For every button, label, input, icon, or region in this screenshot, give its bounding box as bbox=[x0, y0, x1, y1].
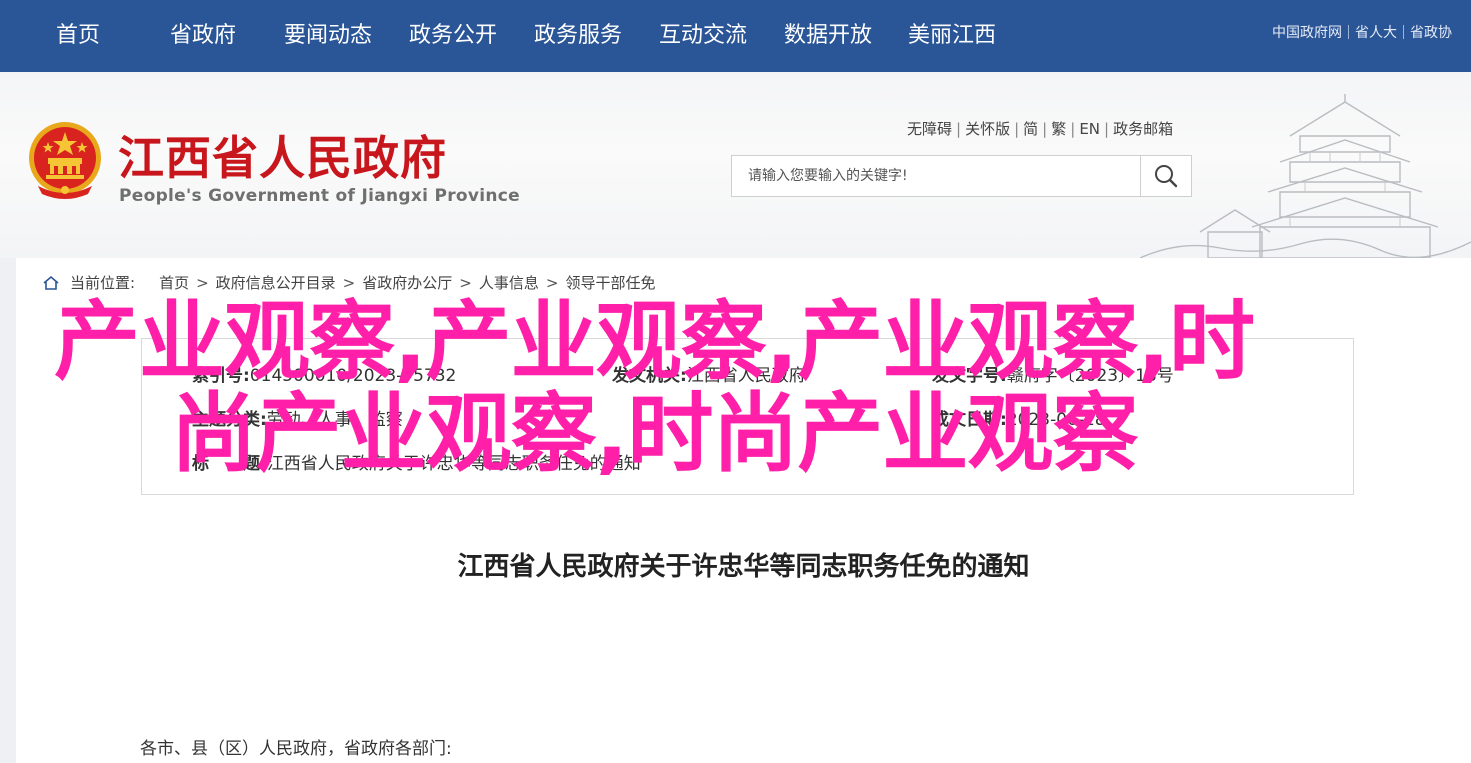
external-links: 中国政府网 省人大 省政协 bbox=[1272, 22, 1452, 44]
meta-docno-label: 发文字号: bbox=[932, 366, 1007, 386]
search-input[interactable] bbox=[732, 156, 1142, 196]
nav-item-beautiful-jiangxi[interactable]: 美丽江西 bbox=[908, 0, 996, 72]
national-emblem-icon bbox=[29, 122, 101, 199]
divider: | bbox=[1042, 120, 1048, 138]
search-box bbox=[731, 155, 1192, 197]
meta-date-value: 2023-06-28 bbox=[1006, 410, 1106, 430]
meta-topic-value: 劳动、人事、监察 bbox=[266, 410, 403, 430]
divider bbox=[1348, 25, 1349, 39]
nav-item-government-affairs-disclosure[interactable]: 政务公开 bbox=[409, 0, 497, 72]
site-header: 江西省人民政府 People's Government of Jiangxi P… bbox=[0, 72, 1471, 258]
link-accessibility[interactable]: 无障碍 bbox=[907, 120, 952, 138]
breadcrumb-separator: > bbox=[196, 274, 209, 292]
breadcrumb: 当前位置: 首页 > 政府信息公开目录 > 省政府办公厅 > 人事信息 > 领导干部任免 bbox=[42, 272, 655, 294]
link-china-government[interactable]: 中国政府网 bbox=[1272, 25, 1342, 41]
meta-topic: 主题分类:劳动、人事、监察 bbox=[192, 405, 403, 430]
link-traditional-chinese[interactable]: 繁 bbox=[1051, 120, 1066, 138]
home-icon bbox=[43, 275, 59, 290]
meta-index: 索引号:014500010/2023-75732 bbox=[192, 361, 456, 386]
pagoda-illustration bbox=[1140, 94, 1471, 258]
divider: | bbox=[1014, 120, 1020, 138]
divider: | bbox=[956, 120, 962, 138]
link-provincial-congress[interactable]: 省人大 bbox=[1355, 25, 1397, 41]
utility-links: 无障碍 | 关怀版 | 简 | 繁 | EN | 政务邮箱 bbox=[907, 118, 1173, 139]
meta-docno: 发文字号:赣府字〔2023〕18号 bbox=[932, 361, 1174, 386]
site-subtitle: People's Government of Jiangxi Province bbox=[119, 186, 520, 206]
nav-item-home[interactable]: 首页 bbox=[56, 0, 100, 72]
breadcrumb-item-personnel-info[interactable]: 人事信息 bbox=[479, 274, 539, 292]
document-salutation: 各市、县（区）人民政府，省政府各部门: bbox=[140, 739, 452, 759]
meta-index-label: 索引号: bbox=[192, 366, 250, 386]
nav-item-news[interactable]: 要闻动态 bbox=[284, 0, 372, 72]
breadcrumb-lead: 当前位置: bbox=[70, 274, 136, 292]
top-navigation-bar: 首页 省政府 要闻动态 政务公开 政务服务 互动交流 数据开放 美丽江西 中国政… bbox=[0, 0, 1471, 72]
meta-index-value: 014500010/2023-75732 bbox=[249, 366, 457, 386]
document-title: 江西省人民政府关于许忠华等同志职务任免的通知 bbox=[457, 552, 1030, 582]
meta-docno-value: 赣府字〔2023〕18号 bbox=[1006, 366, 1174, 386]
meta-issuer-label: 发文机关: bbox=[612, 366, 687, 386]
divider: | bbox=[1070, 120, 1076, 138]
divider: | bbox=[1104, 120, 1110, 138]
meta-title-label: 标 题: bbox=[192, 454, 267, 474]
breadcrumb-item-leader-appointments[interactable]: 领导干部任免 bbox=[565, 274, 655, 292]
link-simplified-chinese[interactable]: 简 bbox=[1023, 120, 1038, 138]
nav-item-government-services[interactable]: 政务服务 bbox=[534, 0, 622, 72]
breadcrumb-separator: > bbox=[342, 274, 356, 292]
nav-item-provincial-government[interactable]: 省政府 bbox=[170, 0, 236, 72]
link-provincial-cppcc[interactable]: 省政协 bbox=[1410, 25, 1452, 41]
meta-title-value: 江西省人民政府关于许忠华等同志职务任免的通知 bbox=[266, 454, 641, 474]
meta-date-label: 成文日期: bbox=[932, 410, 1007, 430]
divider bbox=[1403, 25, 1404, 39]
meta-title: 标 题:江西省人民政府关于许忠华等同志职务任免的通知 bbox=[192, 449, 641, 474]
site-title: 江西省人民政府 bbox=[118, 131, 447, 185]
breadcrumb-separator: > bbox=[459, 274, 472, 292]
meta-issuer: 发文机关:江西省人民政府 bbox=[612, 361, 806, 386]
content-panel: 当前位置: 首页 > 政府信息公开目录 > 省政府办公厅 > 人事信息 > 领导干部任免 索引号:… bbox=[16, 258, 1471, 763]
breadcrumb-separator: > bbox=[545, 274, 559, 292]
breadcrumb-item-general-office[interactable]: 省政府办公厅 bbox=[362, 274, 452, 292]
breadcrumb-item-home[interactable]: 首页 bbox=[159, 274, 189, 292]
link-care-version[interactable]: 关怀版 bbox=[965, 120, 1010, 138]
meta-date: 成文日期:2023-06-28 bbox=[932, 405, 1106, 430]
nav-item-interaction[interactable]: 互动交流 bbox=[659, 0, 747, 72]
nav-item-open-data[interactable]: 数据开放 bbox=[784, 0, 872, 72]
meta-topic-label: 主题分类: bbox=[192, 410, 267, 430]
document-metadata-box: 索引号:014500010/2023-75732 发文机关:江西省人民政府 发文… bbox=[141, 338, 1354, 495]
breadcrumb-item-disclosure-catalog[interactable]: 政府信息公开目录 bbox=[216, 274, 336, 292]
link-english[interactable]: EN bbox=[1079, 120, 1100, 138]
meta-issuer-value: 江西省人民政府 bbox=[686, 366, 806, 386]
